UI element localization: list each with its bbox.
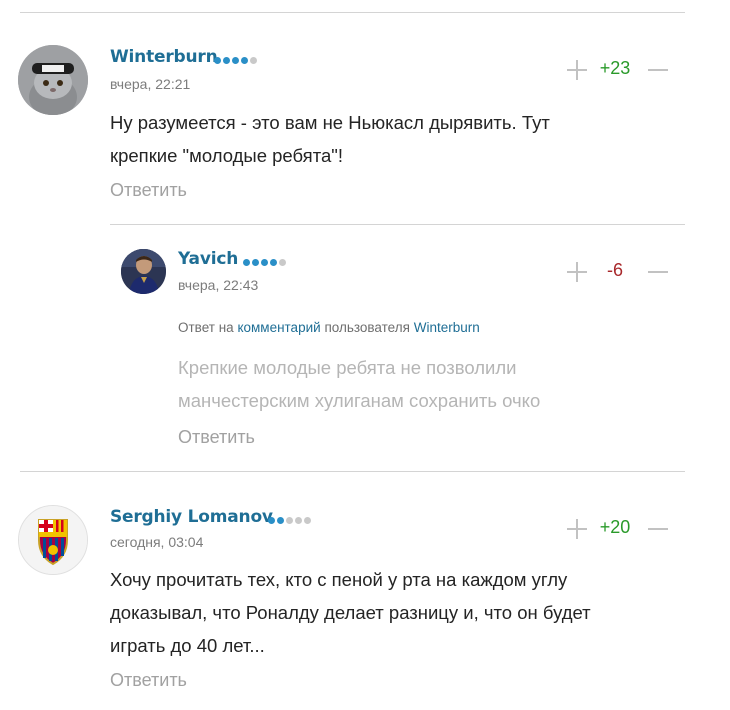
rank-dot [252, 259, 259, 266]
reply-to-comment-link[interactable]: комментарий [237, 320, 320, 335]
reply-button[interactable]: Ответить [110, 670, 187, 691]
rank-dot [223, 57, 230, 64]
rank-dot [279, 259, 286, 266]
rank-dots [243, 259, 286, 266]
rank-dot [243, 259, 250, 266]
player-avatar-icon [121, 249, 166, 294]
score: +20 [599, 517, 631, 537]
comment-reply: Yavich вчера, 22:43 -6 Ответ на коммента… [0, 225, 730, 471]
vote-controls: +20 [567, 517, 677, 541]
timestamp: сегодня, 03:04 [110, 534, 204, 550]
comment-line: Хочу прочитать тех, кто с пеной у рта на… [110, 569, 568, 590]
rank-dot [214, 57, 221, 64]
reply-to-prefix: Ответ на [178, 320, 234, 335]
rank-dot [304, 517, 311, 524]
comment-line: манчестерским хулиганам сохранить очко [178, 390, 541, 411]
rank-dot [295, 517, 302, 524]
comment-line: Ну разумеется - это вам не Ньюкасл дыряв… [110, 112, 550, 133]
reply-to-user-link[interactable]: Winterburn [414, 320, 480, 335]
timestamp: вчера, 22:43 [178, 277, 259, 293]
comment-line: доказывал, что Роналду делает разницу и,… [110, 602, 591, 623]
comment-body: Крепкие молодые ребята не позволили манч… [178, 351, 668, 417]
vote-controls: +23 [567, 58, 677, 82]
avatar[interactable] [18, 45, 88, 115]
comment: Serghiy Lomanov сегодня, 03:04 +20 Хочу … [0, 472, 730, 710]
fcb-crest-avatar-icon [19, 506, 87, 574]
comment-body: Хочу прочитать тех, кто с пеной у рта на… [110, 563, 690, 662]
comment-line: играть до 40 лет... [110, 635, 265, 656]
avatar[interactable] [121, 249, 166, 294]
minus-icon[interactable] [648, 519, 668, 539]
rank-dot [268, 517, 275, 524]
score: -6 [606, 260, 623, 280]
minus-icon[interactable] [648, 60, 668, 80]
comment-line: крепкие "молодые ребята"! [110, 145, 343, 166]
comment-line: Крепкие молодые ребята не позволили [178, 357, 517, 378]
avatar[interactable] [18, 505, 88, 575]
reply-to-middle: пользователя [324, 320, 410, 335]
rank-dot [261, 259, 268, 266]
plus-icon[interactable] [567, 60, 587, 80]
rank-dot [277, 517, 284, 524]
comment: Winterburn вчера, 22:21 +23 Ну разумеетс… [0, 0, 730, 224]
rank-dot [270, 259, 277, 266]
vote-controls: -6 [567, 260, 677, 284]
comment-body: Ну разумеется - это вам не Ньюкасл дыряв… [110, 106, 670, 172]
plus-icon[interactable] [567, 262, 587, 282]
username[interactable]: Serghiy Lomanov [110, 507, 273, 527]
cat-avatar-icon [18, 45, 88, 115]
username[interactable]: Winterburn [110, 47, 218, 67]
plus-icon[interactable] [567, 519, 587, 539]
reply-button[interactable]: Ответить [110, 180, 187, 201]
rank-dots [268, 517, 311, 524]
reply-button[interactable]: Ответить [178, 427, 255, 448]
timestamp: вчера, 22:21 [110, 76, 191, 92]
reply-to-line: Ответ на комментарий пользователя Winter… [178, 320, 480, 335]
rank-dot [286, 517, 293, 524]
rank-dots [214, 57, 257, 64]
username[interactable]: Yavich [178, 249, 238, 269]
score: +23 [599, 58, 631, 78]
rank-dot [250, 57, 257, 64]
minus-icon[interactable] [648, 262, 668, 282]
rank-dot [241, 57, 248, 64]
rank-dot [232, 57, 239, 64]
